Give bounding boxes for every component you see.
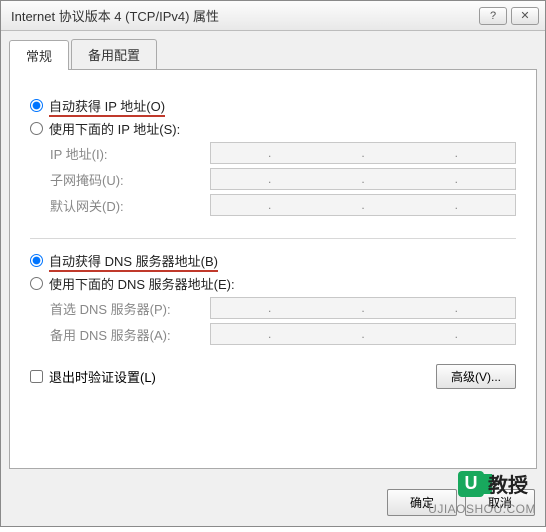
tab-alternate-label: 备用配置	[88, 48, 140, 63]
ip-group: 自动获得 IP 地址(O) 使用下面的 IP 地址(S): IP 地址(I): …	[30, 96, 516, 216]
window-title: Internet 协议版本 4 (TCP/IPv4) 属性	[11, 6, 475, 25]
tab-strip: 常规 备用配置	[9, 39, 537, 69]
ip-address-row: IP 地址(I): ...	[50, 142, 516, 164]
ip-auto-row: 自动获得 IP 地址(O)	[30, 96, 516, 115]
ip-manual-label: 使用下面的 IP 地址(S):	[49, 119, 180, 138]
gateway-row: 默认网关(D): ...	[50, 194, 516, 216]
dns-preferred-input: ...	[210, 297, 516, 319]
dns-alternate-input: ...	[210, 323, 516, 345]
dns-alternate-row: 备用 DNS 服务器(A): ...	[50, 323, 516, 345]
tab-general-label: 常规	[26, 49, 52, 64]
dns-preferred-label: 首选 DNS 服务器(P):	[50, 299, 210, 318]
subnet-input: ...	[210, 168, 516, 190]
ip-manual-row: 使用下面的 IP 地址(S):	[30, 119, 516, 138]
dns-manual-row: 使用下面的 DNS 服务器地址(E):	[30, 274, 516, 293]
close-button[interactable]: ✕	[511, 7, 539, 25]
dns-preferred-row: 首选 DNS 服务器(P): ...	[50, 297, 516, 319]
ip-address-input: ...	[210, 142, 516, 164]
subnet-row: 子网掩码(U): ...	[50, 168, 516, 190]
gateway-input: ...	[210, 194, 516, 216]
help-icon: ?	[490, 10, 496, 22]
dns-alternate-label: 备用 DNS 服务器(A):	[50, 325, 210, 344]
dns-auto-label: 自动获得 DNS 服务器地址(B)	[49, 251, 218, 270]
help-button[interactable]: ?	[479, 7, 507, 25]
tab-panel: 自动获得 IP 地址(O) 使用下面的 IP 地址(S): IP 地址(I): …	[9, 69, 537, 469]
validate-checkbox[interactable]	[30, 370, 43, 383]
dns-manual-radio[interactable]	[30, 277, 43, 290]
tab-general[interactable]: 常规	[9, 40, 69, 70]
dns-manual-label: 使用下面的 DNS 服务器地址(E):	[49, 274, 235, 293]
dns-auto-row: 自动获得 DNS 服务器地址(B)	[30, 251, 516, 270]
dialog-footer: 确定 取消	[1, 479, 545, 526]
separator	[30, 238, 516, 239]
advanced-button[interactable]: 高级(V)...	[436, 364, 516, 389]
ip-auto-label: 自动获得 IP 地址(O)	[49, 96, 165, 115]
gateway-label: 默认网关(D):	[50, 196, 210, 215]
ip-manual-radio[interactable]	[30, 122, 43, 135]
close-icon: ✕	[520, 9, 529, 22]
dialog-window: Internet 协议版本 4 (TCP/IPv4) 属性 ? ✕ 常规 备用配…	[0, 0, 546, 527]
subnet-label: 子网掩码(U):	[50, 170, 210, 189]
ip-auto-radio[interactable]	[30, 99, 43, 112]
validate-label: 退出时验证设置(L)	[49, 367, 156, 386]
ip-address-label: IP 地址(I):	[50, 144, 210, 163]
ok-button[interactable]: 确定	[387, 489, 457, 516]
titlebar: Internet 协议版本 4 (TCP/IPv4) 属性 ? ✕	[1, 1, 545, 31]
dns-group: 自动获得 DNS 服务器地址(B) 使用下面的 DNS 服务器地址(E): 首选…	[30, 251, 516, 345]
cancel-button[interactable]: 取消	[465, 489, 535, 516]
client-area: 常规 备用配置 自动获得 IP 地址(O) 使用下面的 IP 地址(S):	[1, 31, 545, 479]
dns-auto-radio[interactable]	[30, 254, 43, 267]
tab-alternate[interactable]: 备用配置	[71, 39, 157, 69]
